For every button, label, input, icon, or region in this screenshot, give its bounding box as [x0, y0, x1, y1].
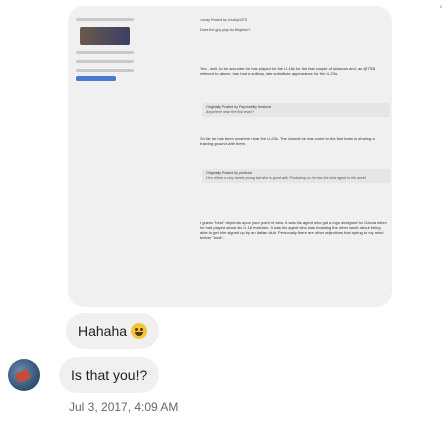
message-bubble[interactable]: Hahaha: [66, 313, 160, 349]
message-bubble[interactable]: Is that you!?: [59, 357, 160, 393]
message-text: Is that you!?: [71, 367, 148, 383]
quote-block-2: Originally Posted by pinhead He's either…: [202, 169, 390, 183]
user-avatar-image: [80, 27, 130, 45]
message-text: Hahaha: [78, 323, 128, 339]
forum-user-panel: [72, 12, 138, 84]
forum-button-thumb: [76, 76, 116, 81]
quote-block-1: Originally Posted by Psychobilly freakou…: [202, 103, 390, 117]
reaction-count: 0: [439, 4, 442, 9]
shared-screenshot: =onay Posted by chucky1973 Does the guy …: [68, 6, 392, 307]
post-paragraph-2: So far he has been nowhere near the U-23…: [200, 136, 375, 146]
post-paragraph-1: Yes - well, to be accurate he has played…: [200, 66, 376, 76]
shared-image-bubble[interactable]: =onay Posted by chucky1973 Does the guy …: [68, 6, 392, 307]
grinning-sweat-emoji-icon: [131, 323, 148, 339]
avatar[interactable]: [8, 359, 40, 391]
quote-text: He's either a very bored young lad who i…: [206, 176, 367, 180]
post-author-line: =onay Posted by chucky1973: [200, 18, 248, 22]
post-paragraph-3: I guess "best" depends upon your point o…: [200, 220, 387, 240]
quote-text: Anywhere near the first team?: [206, 110, 254, 114]
message-timestamp: Jul 3, 2017, 4:09 AM: [69, 400, 179, 414]
post-question: Does the guy play for Brighton?: [200, 28, 251, 32]
